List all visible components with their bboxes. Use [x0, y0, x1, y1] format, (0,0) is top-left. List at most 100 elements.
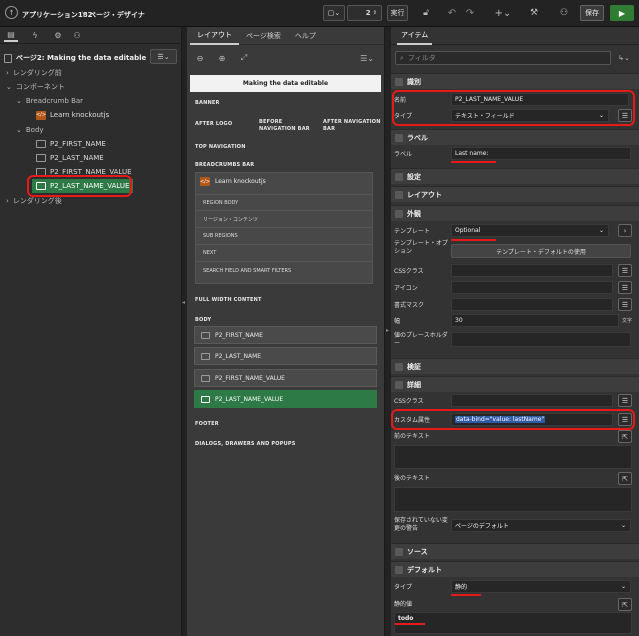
tab-page-search[interactable]: ページ検索 — [239, 27, 288, 45]
left-tab-bar: ▤ ϟ ⚙ ⚇ — [0, 27, 182, 44]
layout-menu-icon[interactable]: ☰⌄ — [359, 53, 375, 63]
add-component-icon[interactable]: +⌄ — [495, 7, 512, 19]
template-label: テンプレート — [394, 228, 430, 235]
css-list-button[interactable]: ☰ — [618, 264, 632, 277]
dynamic-actions-tab-icon[interactable]: ϟ — [29, 29, 41, 41]
unsaved-changes-select[interactable]: ページのデフォルト ⌄ — [451, 519, 631, 532]
processing-tab-icon[interactable]: ⚙ — [52, 29, 64, 41]
label-field-label: ラベル — [394, 151, 413, 158]
text-field-icon — [36, 140, 46, 148]
filter-input[interactable]: ⌕ フィルタ — [395, 51, 611, 65]
pre-text-textarea[interactable] — [394, 445, 632, 469]
chevron-down-icon: ⌄ — [620, 522, 626, 529]
lock-icon[interactable]: 🔓︎ — [420, 7, 432, 19]
page-region-title[interactable]: Making the data editable — [190, 75, 381, 92]
post-text-expand-button[interactable]: ⇱ — [618, 472, 632, 485]
section-appearance[interactable]: 外観 — [391, 205, 639, 221]
tab-item[interactable]: アイテム — [397, 27, 433, 45]
default-type-select[interactable]: 静的 ⌄ — [451, 580, 631, 593]
chevron-down-icon: ⌄ — [620, 583, 626, 590]
undo-icon[interactable]: ↶ — [446, 7, 458, 19]
pre-text-expand-button[interactable]: ⇱ — [618, 430, 632, 443]
tab-layout[interactable]: レイアウト — [190, 27, 239, 45]
page-number-input[interactable]: 2 ⇕ — [347, 5, 382, 21]
tab-help[interactable]: ヘルプ — [288, 27, 323, 45]
text-field-icon — [201, 352, 210, 360]
section-default[interactable]: デフォルト — [391, 561, 639, 577]
width-input[interactable]: 30 — [451, 314, 619, 327]
property-tab-bar: アイテム — [391, 27, 639, 45]
page-picker-button[interactable]: ▢⌄ — [323, 5, 345, 21]
save-and-run-button[interactable]: ▶ — [610, 5, 634, 21]
filter-options-icon[interactable]: ↳⌄ — [615, 52, 633, 64]
section-settings[interactable]: 設定 — [391, 168, 639, 184]
section-identity[interactable]: 識別 — [391, 73, 639, 89]
shared-components-icon[interactable]: ⚇ — [558, 7, 570, 19]
zoom-out-icon[interactable]: ⊖ — [195, 53, 205, 63]
css-classes-input[interactable] — [451, 264, 613, 277]
placeholder-input[interactable] — [451, 332, 631, 347]
static-value-textarea[interactable]: todo — [394, 612, 632, 634]
section-validation[interactable]: 検証 — [391, 358, 639, 374]
page-icon — [4, 53, 12, 63]
chevron-down-icon: ⌄ — [598, 227, 604, 234]
post-text-textarea[interactable] — [394, 487, 632, 512]
label-input[interactable]: Last name: — [451, 147, 631, 160]
highlight-identity — [392, 90, 635, 126]
section-label[interactable]: ラベル — [391, 129, 639, 145]
icon-input[interactable] — [451, 281, 613, 294]
full-width-label: FULL WIDTH CONTENT — [195, 297, 262, 303]
template-options-button[interactable]: テンプレート・デフォルトの使用 — [451, 244, 631, 258]
tree-node-body[interactable]: ⌄ Body — [16, 123, 44, 137]
stepper-icon: ⇕ — [372, 10, 377, 16]
breadcrumb-region-header[interactable]: </> Learn knockoutjs — [200, 177, 266, 186]
tree-node-components[interactable]: ⌄ コンポーネント — [6, 80, 65, 94]
tree-node-breadcrumb-region[interactable]: </> Learn knockoutjs — [36, 108, 109, 122]
adv-css-list-button[interactable]: ☰ — [618, 394, 632, 407]
underline-default-type — [451, 594, 481, 596]
tree-node-first-name[interactable]: P2_FIRST_NAME — [36, 137, 106, 151]
utilities-icon[interactable]: ⚒ — [526, 7, 542, 19]
sub-regions-slot[interactable]: SUB REGIONS — [196, 228, 372, 245]
save-button[interactable]: 保存 — [580, 5, 604, 21]
expand-icon[interactable]: ⤢ — [239, 53, 249, 63]
template-go-button[interactable]: › — [618, 224, 632, 237]
layout-item-last-name[interactable]: P2_LAST_NAME — [194, 347, 377, 365]
tree-node-last-name[interactable]: P2_LAST_NAME — [36, 151, 104, 165]
region-content-slot[interactable]: リージョン・コンテンツ — [196, 211, 372, 228]
layout-item-last-name-value[interactable]: P2_LAST_NAME_VALUE — [194, 390, 377, 408]
icon-list-button[interactable]: ☰ — [618, 281, 632, 294]
run-page-button[interactable]: 実行 — [387, 5, 408, 21]
chevron-right-icon: › — [6, 69, 9, 77]
tree-node-post-rendering[interactable]: › レンダリング後 — [6, 194, 62, 208]
page-root-node[interactable]: ページ2: Making the data editable — [4, 51, 146, 65]
chevron-right-icon — [395, 547, 403, 556]
adv-css-input[interactable] — [451, 394, 613, 407]
layout-item-first-name-value[interactable]: P2_FIRST_NAME_VALUE — [194, 369, 377, 387]
rendering-tab-icon[interactable]: ▤ — [4, 29, 18, 42]
before-nav-label: BEFORE NAVIGATION BAR — [259, 119, 310, 132]
format-list-button[interactable]: ☰ — [618, 298, 632, 311]
static-value-expand-button[interactable]: ⇱ — [618, 598, 632, 611]
search-field-slot[interactable]: SEARCH FIELD AND SMART FILTERS — [196, 262, 372, 279]
shared-tab-icon[interactable]: ⚇ — [71, 29, 83, 41]
next-slot[interactable]: NEXT — [196, 245, 372, 262]
template-select[interactable]: Optional ⌄ — [451, 224, 609, 237]
app-up-icon[interactable]: ↑ — [5, 6, 18, 19]
layout-item-first-name[interactable]: P2_FIRST_NAME — [194, 326, 377, 344]
chevron-down-icon: ⌄ — [16, 97, 22, 105]
region-body-slot[interactable]: REGION BODY — [196, 194, 372, 211]
redo-icon[interactable]: ↷ — [464, 7, 476, 19]
top-nav-label: TOP NAVIGATION — [195, 144, 246, 150]
format-mask-input[interactable] — [451, 298, 613, 311]
section-layout[interactable]: レイアウト — [391, 186, 639, 202]
breadcrumbs-bar-label: BREADCRUMBS BAR — [195, 162, 255, 168]
section-source[interactable]: ソース — [391, 543, 639, 559]
tree-node-pre-rendering[interactable]: › レンダリング前 — [6, 66, 62, 80]
format-mask-label: 書式マスク — [394, 302, 425, 309]
section-advanced[interactable]: 詳細 — [391, 376, 639, 392]
tree-node-breadcrumb-bar[interactable]: ⌄ Breadcrumb Bar — [16, 94, 83, 108]
zoom-in-icon[interactable]: ⊕ — [217, 53, 227, 63]
tree-menu-button[interactable]: ☰⌄ — [150, 49, 177, 64]
breadcrumb-region-card[interactable]: </> Learn knockoutjs REGION BODY リージョン・コン… — [195, 172, 373, 284]
